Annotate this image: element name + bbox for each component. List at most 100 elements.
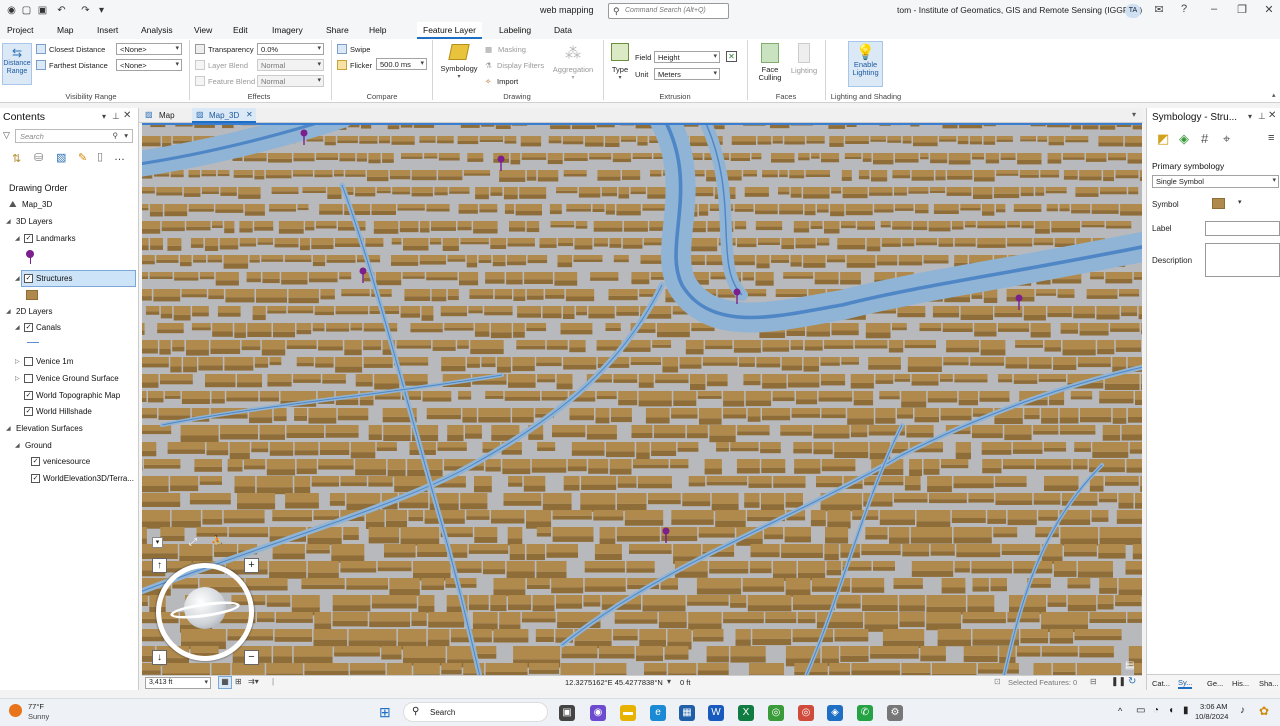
tree-item-elevation-surfaces[interactable]: Elevation Surfaces bbox=[16, 424, 83, 433]
undo-icon[interactable]: ↶ bbox=[55, 4, 68, 17]
aggregation-button[interactable]: ⁂ Aggregation ▾ bbox=[549, 42, 597, 82]
extrusion-type-button[interactable]: Type ▾ bbox=[608, 42, 632, 84]
display-filters-button[interactable]: Display Filters bbox=[497, 61, 544, 70]
masking-button[interactable]: Masking bbox=[498, 45, 526, 54]
coordinate-format-icon[interactable]: ▾ bbox=[667, 677, 671, 686]
import-button[interactable]: Import bbox=[497, 77, 518, 86]
tree-item-world-topographic-map[interactable]: World Topographic Map bbox=[36, 391, 120, 400]
map-overview-icon[interactable]: ▤ bbox=[1125, 660, 1134, 671]
collapsed-icon[interactable]: ▷ bbox=[15, 358, 20, 365]
tab-analysis[interactable]: Analysis bbox=[141, 25, 173, 35]
volume-icon[interactable]: ◖ bbox=[1168, 705, 1174, 716]
tab-feature-layer[interactable]: Feature Layer bbox=[417, 22, 482, 39]
swipe-button[interactable]: Swipe bbox=[350, 45, 370, 54]
list-by-drawing-order-icon[interactable]: ⇅ bbox=[12, 152, 21, 165]
quick-access-more-icon[interactable]: ▾ bbox=[95, 4, 108, 17]
venice-1m-checkbox[interactable] bbox=[24, 357, 33, 366]
primary-symbology-icon[interactable]: ◩ bbox=[1157, 131, 1169, 147]
worldelevation-checkbox[interactable]: ✓ bbox=[31, 474, 40, 483]
world-hillshade-checkbox[interactable]: ✓ bbox=[24, 407, 33, 416]
settings-icon[interactable]: ⚙ bbox=[887, 705, 903, 721]
grid-toggle-icon[interactable]: ▦ bbox=[218, 676, 232, 689]
venicesource-checkbox[interactable]: ✓ bbox=[31, 457, 40, 466]
vary-symbology-icon[interactable]: ◈ bbox=[1179, 131, 1189, 147]
zoom-out-icon[interactable]: − bbox=[244, 650, 259, 665]
label-input[interactable] bbox=[1205, 221, 1280, 236]
snapping-icon[interactable]: ⊞ bbox=[235, 677, 242, 686]
tab-edit[interactable]: Edit bbox=[233, 25, 248, 35]
clock-time[interactable]: 3:06 AM bbox=[1200, 702, 1228, 711]
close-pane-icon[interactable]: ✕ bbox=[123, 110, 131, 121]
constraints-icon[interactable]: ⇉▾ bbox=[248, 677, 259, 686]
lighting-button[interactable]: Lighting bbox=[788, 42, 820, 86]
menu-icon[interactable]: ≡ bbox=[1268, 132, 1274, 144]
collapsed-icon[interactable]: ▷ bbox=[15, 375, 20, 382]
feature-blend-select[interactable]: Normal bbox=[257, 75, 324, 87]
full-extent-icon[interactable]: ⤢ bbox=[189, 537, 197, 548]
help-icon[interactable]: ? bbox=[1177, 3, 1191, 15]
expand-icon[interactable]: ◢ bbox=[6, 218, 11, 225]
weather-icon[interactable] bbox=[9, 704, 22, 717]
expand-icon[interactable]: ◢ bbox=[15, 235, 20, 242]
flicker-input[interactable]: 500.0 ms bbox=[376, 58, 427, 70]
tab-view[interactable]: View bbox=[194, 25, 212, 35]
close-icon[interactable]: ✕ bbox=[1262, 3, 1276, 16]
taskbar-search[interactable]: ⚲ Search bbox=[403, 702, 548, 722]
symbol-swatch[interactable] bbox=[1212, 198, 1225, 209]
expand-icon[interactable]: ◢ bbox=[6, 425, 11, 432]
search-options-icon[interactable]: ▾ bbox=[124, 131, 128, 140]
symbology-button[interactable]: Symbology ▾ bbox=[440, 42, 478, 82]
copilot-icon[interactable]: ◉ bbox=[590, 705, 606, 721]
tab-share[interactable]: Share bbox=[326, 25, 349, 35]
expand-icon[interactable]: ◢ bbox=[6, 308, 11, 315]
pane-options-icon[interactable]: ▾ bbox=[1248, 112, 1252, 121]
task-view-icon[interactable]: ▣ bbox=[559, 705, 575, 721]
pin-icon[interactable]: ⊥ bbox=[1258, 111, 1266, 122]
layer-blend-select[interactable]: Normal bbox=[257, 59, 324, 71]
clear-selection-icon[interactable]: ⊟ bbox=[1090, 677, 1097, 686]
tree-item-world-hillshade[interactable]: World Hillshade bbox=[36, 407, 92, 416]
expand-icon[interactable]: ◢ bbox=[15, 324, 20, 331]
symbol-layer-drawing-icon[interactable]: # bbox=[1201, 131, 1208, 146]
pane-options-icon[interactable]: ▾ bbox=[102, 112, 106, 121]
distance-range-button[interactable]: ⇆ Distance Range bbox=[2, 43, 32, 85]
list-by-snapping-icon[interactable]: ▯ bbox=[97, 150, 103, 163]
tree-item-2d-layers[interactable]: 2D Layers bbox=[16, 307, 52, 316]
tree-item-3d-layers[interactable]: 3D Layers bbox=[16, 217, 52, 226]
zoom-in-icon[interactable]: + bbox=[244, 558, 259, 573]
tab-imagery[interactable]: Imagery bbox=[272, 25, 303, 35]
tray-overflow-icon[interactable]: ^ bbox=[1118, 706, 1122, 716]
more-icon[interactable]: … bbox=[114, 151, 125, 163]
display-icon[interactable]: ▭ bbox=[1136, 705, 1145, 716]
navigator-collapse-icon[interactable]: ▾ bbox=[152, 537, 163, 548]
tilt-up-icon[interactable]: ↑ bbox=[152, 558, 167, 573]
start-icon[interactable]: ⊞ bbox=[379, 704, 391, 721]
primary-symbology-select[interactable]: Single Symbol bbox=[1152, 175, 1279, 188]
tab-symbology[interactable]: Sy... bbox=[1178, 678, 1193, 689]
wifi-icon[interactable]: ◔ bbox=[1153, 705, 1159, 716]
store-icon[interactable]: ▦ bbox=[679, 705, 695, 721]
venice-ground-surface-checkbox[interactable] bbox=[24, 374, 33, 383]
tab-project[interactable]: Project bbox=[7, 25, 33, 35]
edge-icon[interactable]: e bbox=[650, 705, 666, 721]
tab-insert[interactable]: Insert bbox=[97, 25, 118, 35]
enable-lighting-button[interactable]: 💡 Enable Lighting bbox=[848, 41, 883, 87]
expression-icon[interactable]: ✕ bbox=[726, 51, 737, 62]
advanced-symbology-icon[interactable]: ⌖ bbox=[1223, 131, 1230, 147]
face-culling-button[interactable]: Face Culling bbox=[752, 42, 788, 86]
close-pane-icon[interactable]: ✕ bbox=[1268, 110, 1276, 121]
redo-icon[interactable]: ↷ bbox=[79, 4, 92, 17]
map-3d-view[interactable]: ▾ ⤢ ⛹ ↑ + ↓ − ▤ bbox=[142, 123, 1142, 675]
battery-icon[interactable]: ▮ bbox=[1183, 705, 1189, 716]
tab-labeling[interactable]: Labeling bbox=[499, 25, 531, 35]
tree-item-venice-ground-surface[interactable]: Venice Ground Surface bbox=[36, 374, 119, 383]
landmarks-checkbox[interactable]: ✓ bbox=[24, 234, 33, 243]
transparency-input[interactable]: 0.0% bbox=[257, 43, 324, 55]
command-search-input[interactable]: ⚲ Command Search (Alt+Q) bbox=[608, 3, 729, 19]
tree-item-structures[interactable]: Structures bbox=[36, 274, 72, 283]
tab-geoprocessing[interactable]: Ge... bbox=[1207, 679, 1223, 688]
new-project-icon[interactable]: ▢ bbox=[20, 4, 33, 17]
word-icon[interactable]: W bbox=[708, 705, 724, 721]
collapse-ribbon-icon[interactable]: ▴ bbox=[1272, 91, 1276, 99]
notifications-icon[interactable]: ✉ bbox=[1152, 3, 1166, 16]
